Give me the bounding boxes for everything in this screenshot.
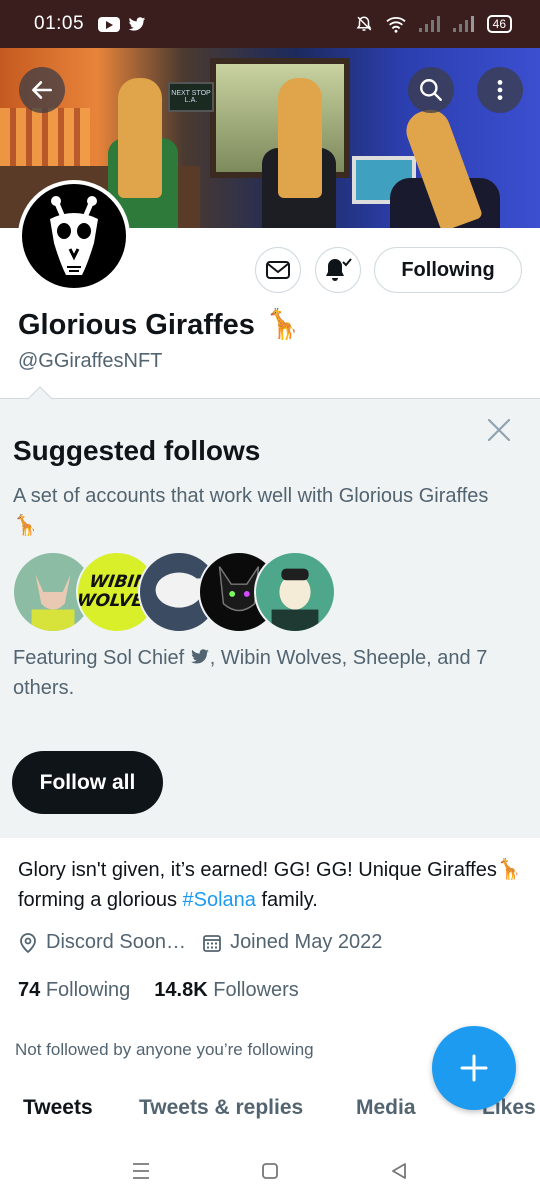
- back-arrow-icon: [32, 81, 52, 99]
- following-count: 74: [18, 979, 41, 1001]
- tab-tweets[interactable]: Tweets: [23, 1096, 93, 1120]
- giraffe-emoji: 🦒: [13, 515, 38, 537]
- more-options-button[interactable]: [477, 67, 523, 113]
- giraffe-emoji: 🦒: [264, 309, 301, 341]
- profile-handle: @GGiraffesNFT: [18, 350, 163, 372]
- following-button[interactable]: Following: [374, 247, 522, 293]
- profile-avatar[interactable]: [18, 180, 130, 292]
- close-icon: [487, 418, 511, 442]
- status-time: 01:05: [34, 13, 85, 34]
- giraffe-skull-logo: [50, 196, 98, 275]
- followers-label: Followers: [213, 979, 299, 1001]
- twitter-notification-icon: [128, 16, 146, 31]
- bio-text-1: Glory isn't given, it’s earned! GG! GG! …: [18, 859, 497, 881]
- battery-indicator: 46: [486, 15, 512, 33]
- wifi-icon: [386, 17, 406, 33]
- following-label: Following: [45, 979, 131, 1001]
- suggested-follows-title: Suggested follows: [13, 435, 261, 466]
- dismiss-suggestions-button[interactable]: [484, 415, 514, 445]
- display-name: Glorious Giraffes 🦒: [18, 308, 301, 342]
- profile-meta: Discord Soon… Joined May 2022: [18, 931, 398, 954]
- search-icon: [420, 79, 442, 101]
- featuring-text: Featuring Sol Chief , Wibin Wolves, Shee…: [13, 643, 528, 703]
- follow-counts: 74 Following 14.8K Followers: [18, 979, 323, 1002]
- display-name-text: Glorious Giraffes: [18, 308, 255, 341]
- suggested-avatar-5[interactable]: [254, 551, 336, 633]
- mute-bell-icon: [356, 16, 372, 31]
- bell-check-icon: [326, 258, 352, 281]
- search-button[interactable]: [408, 67, 454, 113]
- calendar-icon: [203, 934, 221, 952]
- compose-plus-icon: [460, 1054, 488, 1082]
- back-button[interactable]: [19, 67, 65, 113]
- signal-icon-2: [452, 16, 474, 32]
- banner-sign: NEXT STOP L.A.: [168, 82, 214, 112]
- bio-text-2: forming a glorious: [18, 889, 183, 911]
- system-navigation-bar: [0, 1140, 540, 1200]
- hashtag-link[interactable]: #Solana: [183, 889, 256, 911]
- location: Discord Soon…: [18, 931, 186, 954]
- profile-bio: Glory isn't given, it’s earned! GG! GG! …: [18, 855, 523, 915]
- featuring-prefix: Featuring Sol Chief: [13, 647, 185, 669]
- more-vertical-icon: [497, 80, 503, 100]
- followers-count: 14.8K: [154, 979, 208, 1001]
- suggested-avatars[interactable]: WIBIN WOLVES: [12, 551, 342, 633]
- notifications-button[interactable]: [315, 247, 361, 293]
- following-count-link[interactable]: 74 Following: [18, 979, 130, 1002]
- twitter-bird-icon: [190, 649, 209, 664]
- description-text: A set of accounts that work well with Gl…: [13, 485, 489, 507]
- nav-back-button[interactable]: [386, 1158, 412, 1184]
- join-date: Joined May 2022: [202, 931, 382, 954]
- signal-icon-1: [418, 16, 440, 32]
- nav-home-icon: [262, 1163, 278, 1179]
- nav-menu-icon: [133, 1163, 149, 1179]
- nav-home-button[interactable]: [257, 1158, 283, 1184]
- giraffe-emoji: 🦒: [496, 859, 522, 881]
- followers-count-link[interactable]: 14.8K Followers: [154, 979, 299, 1002]
- compose-tweet-button[interactable]: [432, 1026, 516, 1110]
- nav-back-icon: [392, 1163, 406, 1179]
- banner-giraffe-2: [278, 78, 322, 198]
- nav-recents-button[interactable]: [128, 1158, 154, 1184]
- bio-text-3: family.: [255, 889, 318, 911]
- follow-all-button[interactable]: Follow all: [12, 751, 163, 814]
- location-pin-icon: [20, 932, 36, 953]
- tab-tweets-replies[interactable]: Tweets & replies: [139, 1096, 303, 1120]
- join-date-text: Joined May 2022: [230, 931, 383, 953]
- mail-icon: [266, 261, 290, 279]
- tab-media[interactable]: Media: [356, 1096, 416, 1120]
- status-bar: 01:05 46: [0, 0, 540, 48]
- message-button[interactable]: [255, 247, 301, 293]
- suggested-follows-description: A set of accounts that work well with Gl…: [13, 481, 513, 541]
- banner-bar-shelf: [0, 108, 90, 168]
- suggested-follows-panel: Suggested follows A set of accounts that…: [0, 386, 540, 838]
- panel-notch: [27, 386, 53, 412]
- youtube-icon: [98, 16, 121, 32]
- not-followed-notice: Not followed by anyone you’re following: [15, 1040, 314, 1059]
- banner-giraffe-1: [118, 78, 162, 198]
- location-text: Discord Soon…: [46, 931, 187, 953]
- bear-avatar-art: [271, 568, 319, 631]
